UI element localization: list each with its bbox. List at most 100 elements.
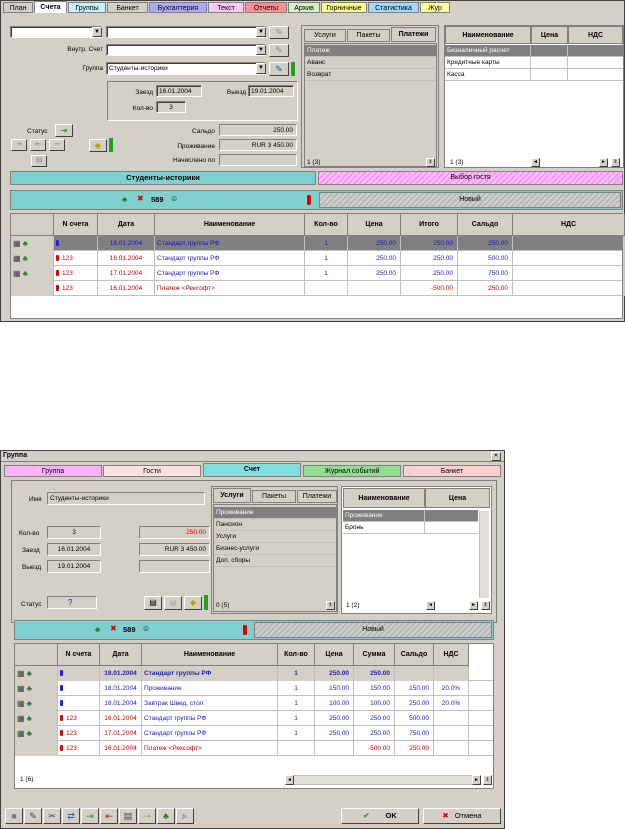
dlg-grid-hscroll[interactable] [285,775,481,785]
dlg-tab-packages[interactable]: Пакеты [252,490,296,503]
dlg-service-item[interactable]: Пансион [214,519,336,531]
dlg-row[interactable]: ▦ ♣ 18.01.2004 Завтрак Швед. стол 1 100.00 100… [15,696,493,711]
dlg-disabled-button[interactable]: ▤ [164,596,182,610]
menu-tab-8[interactable]: Архив [288,2,320,13]
right-list-item[interactable]: Безналичный расчет [445,45,531,57]
account-combo-arrow[interactable]: ▼ [92,27,102,37]
dlg-edit-icon[interactable]: ▦ [17,729,25,738]
menu-tab-3[interactable]: Группы [68,2,106,13]
guest-select-tab[interactable]: Выбор гостя [318,171,623,185]
dlg-service-item[interactable]: Проживание [214,507,336,519]
dlg-grid-scroll-left[interactable]: ◄ [285,775,294,785]
dialog-tab-5[interactable]: Банкет [403,465,501,477]
ok-button[interactable]: ✔ OK [341,808,419,824]
acct-edit-icon[interactable]: ▦ [13,254,21,263]
toolbar-button-7[interactable]: ▤ [119,808,137,824]
toolbar-button-2[interactable]: ✎ [24,808,42,824]
menu-tab-7[interactable]: Отчеты [245,2,287,13]
menu-tab-11[interactable]: Жур [420,2,450,13]
dlg-right-scroll-left[interactable]: ◄ [426,601,435,610]
menu-tab-5[interactable]: Бухгалтерия [149,2,207,13]
toolbar-button-6[interactable]: ⇤ [100,808,118,824]
payment-item[interactable]: Возврат [305,69,436,81]
menu-tab-6[interactable]: Текст [208,2,244,13]
edit-account-button[interactable]: ✎ [269,26,289,39]
dlg-row[interactable]: 123 16.01.2004 Платеж <Рексофт> -500.00 250.… [15,741,493,756]
dlg-row[interactable]: ▦ ♣ 123 17.01.2004 Стандарт группы РФ 1 250.00… [15,726,493,741]
dlg-row[interactable]: ▦ ♣ 18.01.2004 Проживание 1 150.00 150.00 150.0… [15,681,493,696]
dlg-edit-icon[interactable]: ▦ [17,699,25,708]
new-tab[interactable]: Новый [319,192,621,208]
toolbar-button-5[interactable]: ⇥ [81,808,99,824]
checkin-button[interactable]: ⇥ [11,139,27,151]
menu-tab-2[interactable]: Счета [34,1,67,13]
group-combo-arrow[interactable]: ▼ [256,63,266,74]
dlg-edit-icon[interactable]: ▦ [17,684,25,693]
dlg-right-spinner[interactable]: ⇕ [481,601,490,610]
dlg-service-item[interactable]: Бизнес-услуги [214,543,336,555]
dlg-grid-spinner[interactable]: ⇕ [483,775,492,785]
dlg-right-scroll-right[interactable]: ► [469,601,478,610]
dlg-right-item[interactable]: Бронь [343,522,425,534]
right-list-scroll-right[interactable]: ► [599,158,608,167]
toolbar-button-3[interactable]: ✂ [43,808,61,824]
top-tab-packages[interactable]: Пакеты [347,29,390,42]
dlg-eraser-button[interactable]: ◆ [184,596,202,610]
right-list-item[interactable]: Касса [445,69,531,81]
name-field[interactable]: Студенты-историки [47,492,205,505]
dlg-right-item[interactable]: Проживание [343,510,425,522]
dialog-close-button[interactable]: ✕ [491,452,501,461]
account-name-combo-arrow[interactable]: ▼ [256,27,266,37]
payments-spinner[interactable]: ⇕ [426,158,435,167]
acct-row[interactable]: ▦ ♣ 123 16.01.2004 Стандарт группы РФ 1 250.00… [11,251,625,266]
dlg-services-spinner[interactable]: ⇕ [326,601,335,610]
right-list-item[interactable]: Кредитные карты [445,57,531,69]
dlg-grid-scroll-right[interactable]: ► [472,775,481,785]
edit-group-button[interactable]: ✎ [269,62,289,76]
payment-item[interactable]: Платеж [305,45,436,57]
dlg-row[interactable]: ▦ ♣ 123 16.01.2004 Стандарт группы РФ 1 250.00… [15,711,493,726]
dlg-service-item[interactable]: Услуги [214,531,336,543]
right-list-spinner[interactable]: ⇕ [611,158,620,167]
edit-internal-button[interactable]: ✎ [269,44,289,57]
status-button[interactable]: ⇥ [55,124,73,137]
account-combo[interactable] [10,26,102,38]
toolbar-button-4[interactable]: ⇄ [62,808,80,824]
dialog-tab-2[interactable]: Гости [103,465,201,477]
top-tab-payments[interactable]: Платежи [391,27,436,42]
toolbar-button-9[interactable]: ♣ [157,808,175,824]
toolbar-button-10[interactable]: ► [176,808,194,824]
dlg-right-scrollbar[interactable] [479,511,489,598]
dlg-new-tab[interactable]: Новый [254,622,492,638]
internal-account-combo[interactable] [106,44,266,56]
print-button[interactable]: ▤ [31,155,47,167]
menu-tab-10[interactable]: Статистика [368,2,419,13]
top-tab-services[interactable]: Услуги [304,29,346,42]
internal-account-combo-arrow[interactable]: ▼ [256,45,266,55]
dialog-tab-1[interactable]: Группа [4,465,102,477]
right-list-scroll-left[interactable]: ◄ [531,158,540,167]
dlg-row[interactable]: ▦ ♣ 18.01.2004 Стандарт группы РФ 1 250.00 250… [15,666,493,681]
dlg-service-item[interactable]: Доп. сборы [214,555,336,567]
dlg-tab-payments[interactable]: Платежи [297,490,337,503]
dlg-tab-services[interactable]: Услуги [213,488,251,503]
menu-tab-1[interactable]: План [3,2,33,13]
dialog-tab-3[interactable]: Счет [203,463,301,477]
eraser-button[interactable]: ◆ [89,139,107,152]
toolbar-button-8[interactable]: ⊸ [138,808,156,824]
dlg-edit-icon[interactable]: ▦ [17,714,25,723]
dlg-print-button[interactable]: ▤ [144,596,162,610]
acct-row[interactable]: ▦ ♣ 123 17.01.2004 Стандарт группы РФ 1 250.00… [11,266,625,281]
group-combo[interactable]: Студенты-историки [106,62,266,75]
dlg-status-field[interactable]: ? [47,596,97,609]
menu-tab-9[interactable]: Горничные [321,2,367,13]
key-button[interactable]: ⊸ [49,139,65,151]
dlg-edit-icon[interactable]: ▦ [17,669,25,678]
cancel-button[interactable]: ✖ Отмена [423,808,501,824]
acct-row[interactable]: ▦ ♣ 18.01.2004 Стандарт группы РФ 1 250.00 250… [11,236,625,251]
account-name-combo[interactable] [106,26,266,38]
acct-row[interactable]: 123 16.01.2004 Платеж <Рексофт> -500.00 250.… [11,281,625,296]
payment-item[interactable]: Аванс [305,57,436,69]
acct-edit-icon[interactable]: ▦ [13,269,21,278]
group-tab[interactable]: Студенты-историки [10,171,316,185]
